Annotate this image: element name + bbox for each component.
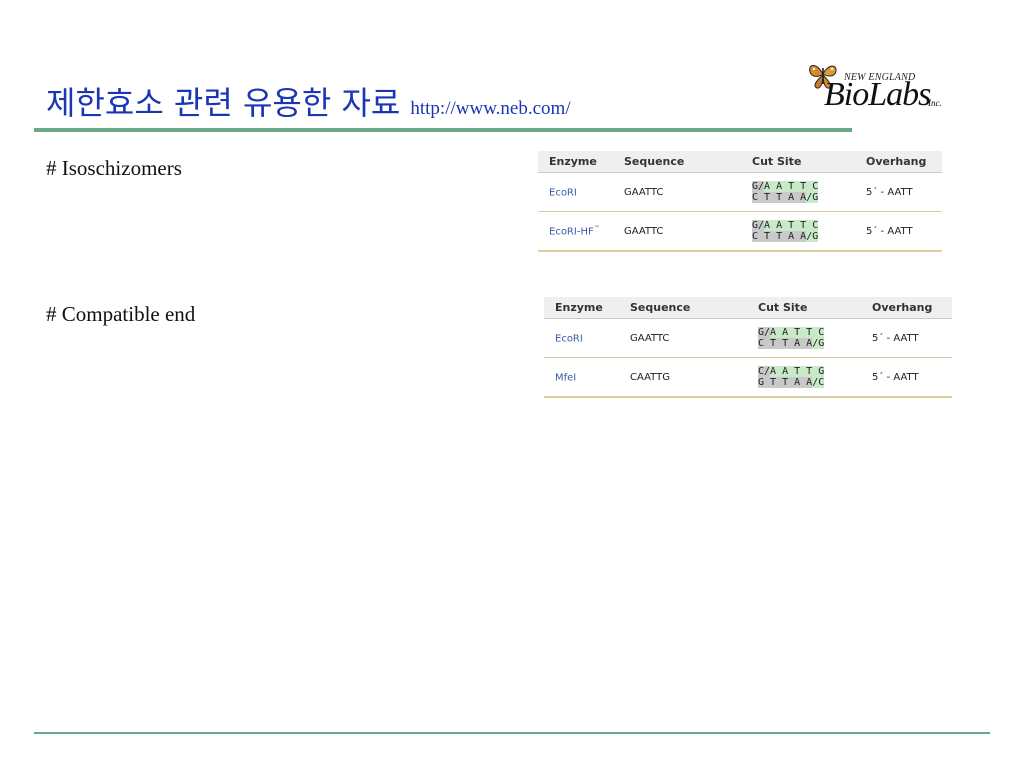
table-header: Enzyme Sequence Cut Site Overhang xyxy=(544,297,952,319)
isoschizomers-table: Enzyme Sequence Cut Site Overhang EcoRI … xyxy=(538,151,942,252)
title-main: 제한효소 관련 유용한 자료 xyxy=(46,84,401,122)
sequence-cell: GAATTC xyxy=(624,186,664,198)
table-row: EcoRI-HF™ GAATTC G/A A T T C C T T A A/G… xyxy=(538,212,942,252)
overhang-cell: 5´ - AATT xyxy=(872,371,919,383)
neb-logo: NEW ENGLAND BioLabs Inc. xyxy=(806,58,946,118)
enzyme-link[interactable]: EcoRI xyxy=(538,186,624,198)
table-row: MfeI CAATTG C/A A T T G G T T A A/C 5´ -… xyxy=(544,358,952,398)
header-overhang: Overhang xyxy=(866,155,927,168)
header-enzyme: Enzyme xyxy=(549,155,597,168)
sequence-cell: CAATTG xyxy=(630,371,670,383)
header-overhang: Overhang xyxy=(872,301,933,314)
header-sequence: Sequence xyxy=(624,155,685,168)
logo-suffix: Inc. xyxy=(928,98,942,108)
enzyme-link[interactable]: EcoRI-HF™ xyxy=(538,225,624,237)
header-cut-site: Cut Site xyxy=(758,301,808,314)
cut-site-cell: C/A A T T G G T T A A/C xyxy=(758,365,825,388)
cut-site-cell: G/A A T T C C T T A A/G xyxy=(752,180,819,203)
section-label-compatible-end: # Compatible end xyxy=(46,302,196,326)
enzyme-link[interactable]: EcoRI xyxy=(544,332,630,344)
title-divider xyxy=(34,128,852,132)
enzyme-link[interactable]: MfeI xyxy=(544,371,630,383)
sequence-cell: GAATTC xyxy=(624,225,664,237)
header-cut-site: Cut Site xyxy=(752,155,802,168)
overhang-cell: 5´ - AATT xyxy=(866,225,913,237)
section-label-isoschizomers: # Isoschizomers xyxy=(46,156,182,180)
title-url-link[interactable]: http://www.neb.com/ xyxy=(410,98,570,119)
table-row: EcoRI GAATTC G/A A T T C C T T A A/G 5´ … xyxy=(538,173,942,212)
compatible-end-table: Enzyme Sequence Cut Site Overhang EcoRI … xyxy=(544,297,952,398)
sequence-cell: GAATTC xyxy=(630,332,670,344)
table-row: EcoRI GAATTC G/A A T T C C T T A A/G 5´ … xyxy=(544,319,952,358)
cut-site-cell: G/A A T T C C T T A A/G xyxy=(758,326,825,349)
footer-divider xyxy=(34,732,990,734)
cut-site-cell: G/A A T T C C T T A A/G xyxy=(752,219,819,242)
overhang-cell: 5´ - AATT xyxy=(872,332,919,344)
header-enzyme: Enzyme xyxy=(555,301,603,314)
overhang-cell: 5´ - AATT xyxy=(866,186,913,198)
slide-title: 제한효소 관련 유용한 자료 http://www.neb.com/ xyxy=(46,78,571,124)
logo-main-text: BioLabs xyxy=(824,76,931,113)
table-header: Enzyme Sequence Cut Site Overhang xyxy=(538,151,942,173)
header-sequence: Sequence xyxy=(630,301,691,314)
